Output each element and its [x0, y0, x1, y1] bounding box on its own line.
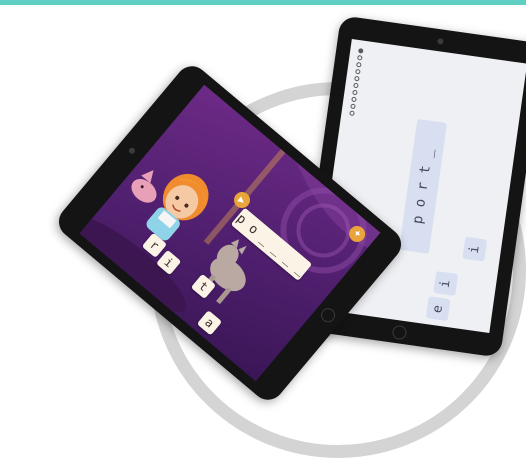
letter-tile[interactable]: i [462, 236, 488, 262]
progress-dot [349, 110, 355, 117]
progress-indicator [349, 48, 364, 117]
letter-tile[interactable]: e [425, 296, 451, 322]
progress-dot [354, 75, 360, 82]
letter-text: i [437, 278, 454, 289]
progress-dot [357, 48, 364, 54]
letter-tile[interactable]: i [433, 271, 459, 296]
camera-icon [437, 37, 444, 45]
progress-dot [356, 61, 362, 68]
camera-icon [127, 146, 137, 155]
home-button[interactable] [391, 324, 408, 341]
progress-dot [352, 89, 358, 96]
pink-horse [131, 170, 157, 203]
progress-dot [356, 54, 363, 61]
word-text: p o r t _ [409, 147, 437, 226]
letter-text: e [430, 303, 447, 314]
progress-dot [355, 68, 361, 75]
progress-dot [351, 96, 357, 103]
letter-text: i [466, 244, 483, 255]
top-accent-bar [0, 0, 526, 5]
word-slot[interactable]: p o r t _ [399, 118, 448, 254]
progress-dot [353, 82, 359, 89]
home-button[interactable] [318, 305, 338, 326]
progress-dot [350, 103, 356, 110]
